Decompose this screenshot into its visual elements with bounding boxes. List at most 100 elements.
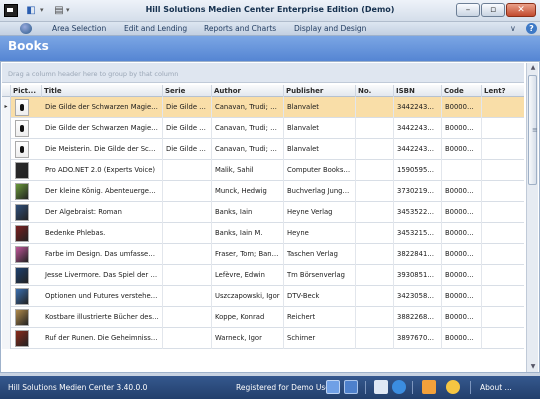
title-cell[interactable]: Pro ADO.NET 2.0 (Experts Voice) — [42, 160, 163, 181]
title-cell[interactable]: Optionen und Futures verstehen. Gr... — [42, 286, 163, 307]
close-button[interactable]: ✕ — [506, 3, 536, 17]
publisher-cell[interactable]: Schirner — [284, 328, 356, 349]
serie-cell[interactable] — [163, 160, 212, 181]
code-cell[interactable]: B000000... — [442, 328, 482, 349]
publisher-cell[interactable]: Heyne — [284, 223, 356, 244]
table-row[interactable]: Ruf der Runen. Die Geheimnisse der... War… — [2, 328, 524, 349]
table-row[interactable]: Pro ADO.NET 2.0 (Experts Voice) Malik, Sa… — [2, 160, 524, 181]
window-layout-icon[interactable] — [326, 380, 340, 394]
row-indicator[interactable] — [2, 139, 11, 160]
lent-cell[interactable] — [482, 286, 524, 307]
author-cell[interactable]: Lefèvre, Edwin — [212, 265, 284, 286]
menu-area-selection[interactable]: Area Selection — [52, 24, 106, 33]
table-row[interactable]: Kostbare illustrierte Bücher des sech...… — [2, 307, 524, 328]
menu-edit-and-lending[interactable]: Edit and Lending — [124, 24, 187, 33]
isbn-cell[interactable]: 3822841668 — [394, 244, 442, 265]
title-cell[interactable]: Die Gilde der Schwarzen Magier 02. ... — [42, 97, 163, 118]
title-cell[interactable]: Ruf der Runen. Die Geheimnisse der... — [42, 328, 163, 349]
publisher-cell[interactable]: Taschen Verlag — [284, 244, 356, 265]
serie-cell[interactable] — [163, 286, 212, 307]
serie-cell[interactable] — [163, 223, 212, 244]
title-cell[interactable]: Kostbare illustrierte Bücher des sech... — [42, 307, 163, 328]
row-indicator[interactable] — [2, 328, 11, 349]
row-indicator[interactable] — [2, 286, 11, 307]
isbn-cell[interactable]: 345352201X — [394, 202, 442, 223]
lent-cell[interactable] — [482, 160, 524, 181]
serie-cell[interactable] — [163, 265, 212, 286]
isbn-cell[interactable]: 3442243947 — [394, 118, 442, 139]
lent-cell[interactable] — [482, 139, 524, 160]
publisher-cell[interactable]: Tm Börsenverlag — [284, 265, 356, 286]
author-cell[interactable]: Warneck, Igor — [212, 328, 284, 349]
author-cell[interactable]: Koppe, Konrad — [212, 307, 284, 328]
publisher-cell[interactable]: Buchverlag Junge ... — [284, 181, 356, 202]
serie-cell[interactable] — [163, 244, 212, 265]
code-cell[interactable]: B000000... — [442, 118, 482, 139]
code-cell[interactable]: B000000... — [442, 223, 482, 244]
number-cell[interactable] — [356, 328, 394, 349]
author-cell[interactable]: Munck, Hedwig — [212, 181, 284, 202]
author-cell[interactable]: Malik, Sahil — [212, 160, 284, 181]
isbn-cell[interactable]: 3930851040 — [394, 265, 442, 286]
number-cell[interactable] — [356, 244, 394, 265]
isbn-cell[interactable]: 3882268298 — [394, 307, 442, 328]
row-indicator[interactable] — [2, 181, 11, 202]
number-cell[interactable] — [356, 160, 394, 181]
row-indicator[interactable] — [2, 223, 11, 244]
serie-cell[interactable] — [163, 307, 212, 328]
lent-cell[interactable] — [482, 97, 524, 118]
title-cell[interactable]: Der Algebraist: Roman — [42, 202, 163, 223]
number-cell[interactable] — [356, 265, 394, 286]
lent-cell[interactable] — [482, 244, 524, 265]
author-cell[interactable]: Fraser, Tom; Banks,... — [212, 244, 284, 265]
isbn-cell[interactable]: 3442243955 — [394, 97, 442, 118]
row-indicator[interactable] — [2, 202, 11, 223]
table-row[interactable]: Der kleine König. Abenteuergeschich... Mu… — [2, 181, 524, 202]
publisher-cell[interactable]: Reichert — [284, 307, 356, 328]
column-header-title[interactable]: Title — [42, 85, 163, 97]
author-cell[interactable]: Uszczapowski, Igor — [212, 286, 284, 307]
publisher-cell[interactable]: Blanvalet — [284, 118, 356, 139]
lent-cell[interactable] — [482, 202, 524, 223]
lent-cell[interactable] — [482, 181, 524, 202]
number-cell[interactable] — [356, 139, 394, 160]
title-cell[interactable]: Bedenke Phlebas. — [42, 223, 163, 244]
row-indicator[interactable] — [2, 265, 11, 286]
code-cell[interactable]: B000000... — [442, 97, 482, 118]
notes-icon[interactable] — [422, 380, 436, 394]
column-header-code[interactable]: Code — [442, 85, 482, 97]
author-cell[interactable]: Banks, Iain — [212, 202, 284, 223]
table-row[interactable]: Bedenke Phlebas. Banks, Iain M. Heyne 34532… — [2, 223, 524, 244]
table-row[interactable]: ▸ Die Gilde der Schwarzen Magier 02. ... D… — [2, 97, 524, 118]
app-menu-icon[interactable] — [20, 23, 32, 34]
isbn-cell[interactable]: 3453215303 — [394, 223, 442, 244]
serie-cell[interactable] — [163, 181, 212, 202]
globe-icon[interactable] — [392, 380, 406, 394]
row-indicator[interactable] — [2, 244, 11, 265]
menu-reports-and-charts[interactable]: Reports and Charts — [204, 24, 276, 33]
code-cell[interactable]: B000000... — [442, 307, 482, 328]
code-cell[interactable] — [442, 160, 482, 181]
isbn-cell[interactable]: 3423058080 — [394, 286, 442, 307]
table-row[interactable]: Die Meisterin. Die Gilde der Schwarz... D… — [2, 139, 524, 160]
lent-cell[interactable] — [482, 265, 524, 286]
column-header-picture[interactable]: Pict... — [11, 85, 42, 97]
scroll-down-icon[interactable]: ▼ — [527, 362, 539, 372]
row-indicator[interactable] — [2, 160, 11, 181]
serie-cell[interactable] — [163, 328, 212, 349]
row-indicator[interactable] — [2, 307, 11, 328]
isbn-cell[interactable]: 3897670860 — [394, 328, 442, 349]
table-row[interactable]: Optionen und Futures verstehen. Gr... Usz… — [2, 286, 524, 307]
table-row[interactable]: Der Algebraist: Roman Banks, Iain Heyne Ve… — [2, 202, 524, 223]
minimize-button[interactable]: – — [456, 3, 480, 17]
title-cell[interactable]: Der kleine König. Abenteuergeschich... — [42, 181, 163, 202]
lent-cell[interactable] — [482, 223, 524, 244]
user-icon[interactable] — [446, 380, 460, 394]
isbn-cell[interactable]: 1590595122 — [394, 160, 442, 181]
lent-cell[interactable] — [482, 328, 524, 349]
group-by-area[interactable]: Drag a column header here to group by th… — [2, 63, 524, 83]
ribbon-minimize-icon[interactable]: ∨ — [510, 24, 516, 33]
serie-cell[interactable]: Die Gilde de... — [163, 139, 212, 160]
title-cell[interactable]: Die Gilde der Schwarzen Magier 01. ... — [42, 118, 163, 139]
code-cell[interactable]: B000000... — [442, 244, 482, 265]
